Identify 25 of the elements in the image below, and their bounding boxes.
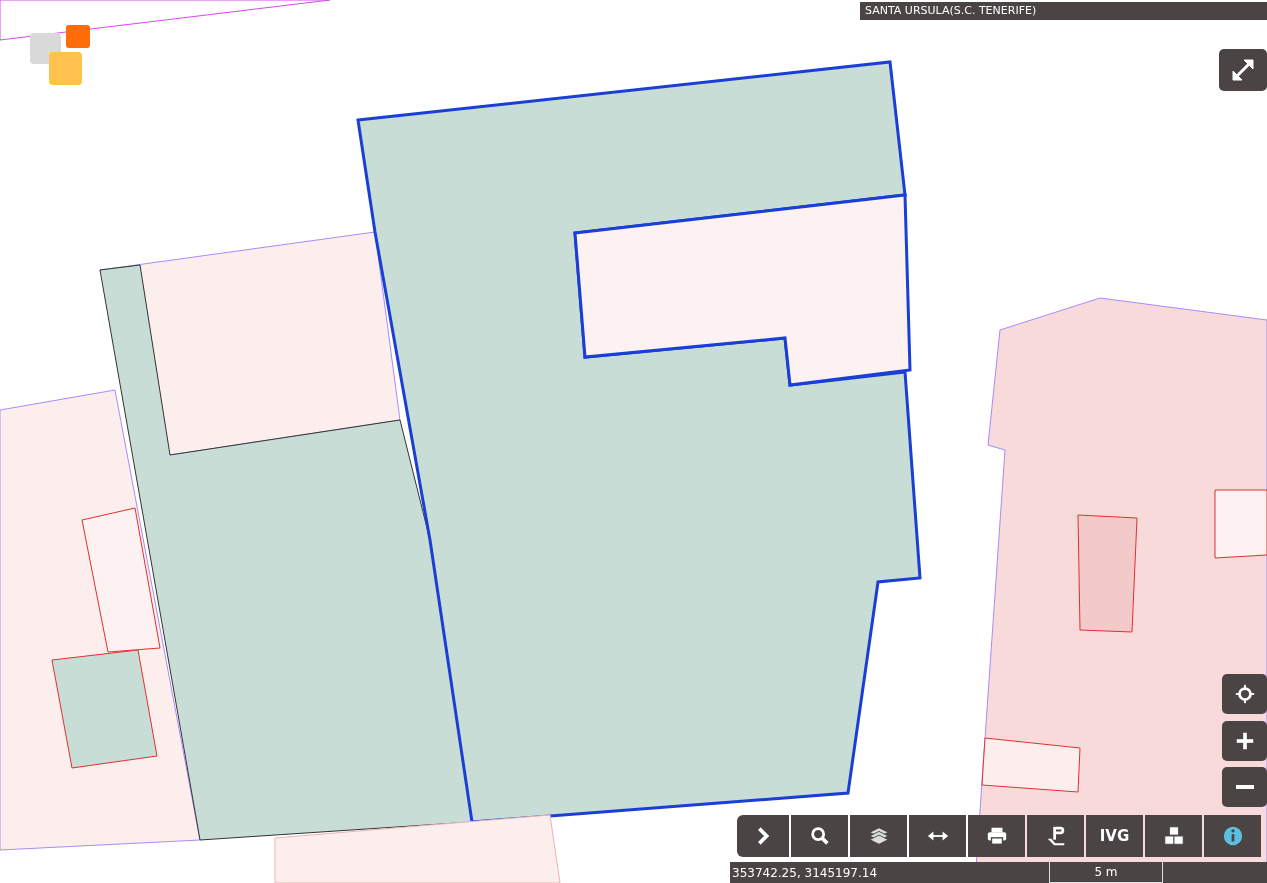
fullscreen-button[interactable] [1219,49,1267,91]
locate-button[interactable] [1222,674,1267,714]
search-button[interactable] [791,815,848,857]
printer-icon [985,825,1008,847]
minus-icon [1235,785,1254,789]
search-icon [808,825,831,847]
info-icon [1221,825,1244,847]
expand-button[interactable] [737,815,789,857]
crosshair-icon [1233,683,1256,705]
zoom-out-button[interactable] [1222,767,1267,807]
scale-bar: 5 m [1049,862,1163,883]
measure-button[interactable] [909,815,966,857]
print-button[interactable] [968,815,1025,857]
buildings-button[interactable] [1145,815,1202,857]
expand-icon [1230,57,1256,83]
layers-button[interactable] [850,815,907,857]
zoom-in-button[interactable] [1222,721,1267,761]
layers-icon [867,825,890,847]
info-button[interactable] [1204,815,1261,857]
logo-icon [29,24,91,86]
location-title: SANTA URSULA(S.C. TENERIFE) [860,2,1267,20]
cubes-icon [1162,825,1185,847]
coordinates-text: 353742.25, 3145197.14 [731,864,878,882]
parcel-button[interactable] [1027,815,1084,857]
ivg-button[interactable]: IVG [1086,815,1143,857]
